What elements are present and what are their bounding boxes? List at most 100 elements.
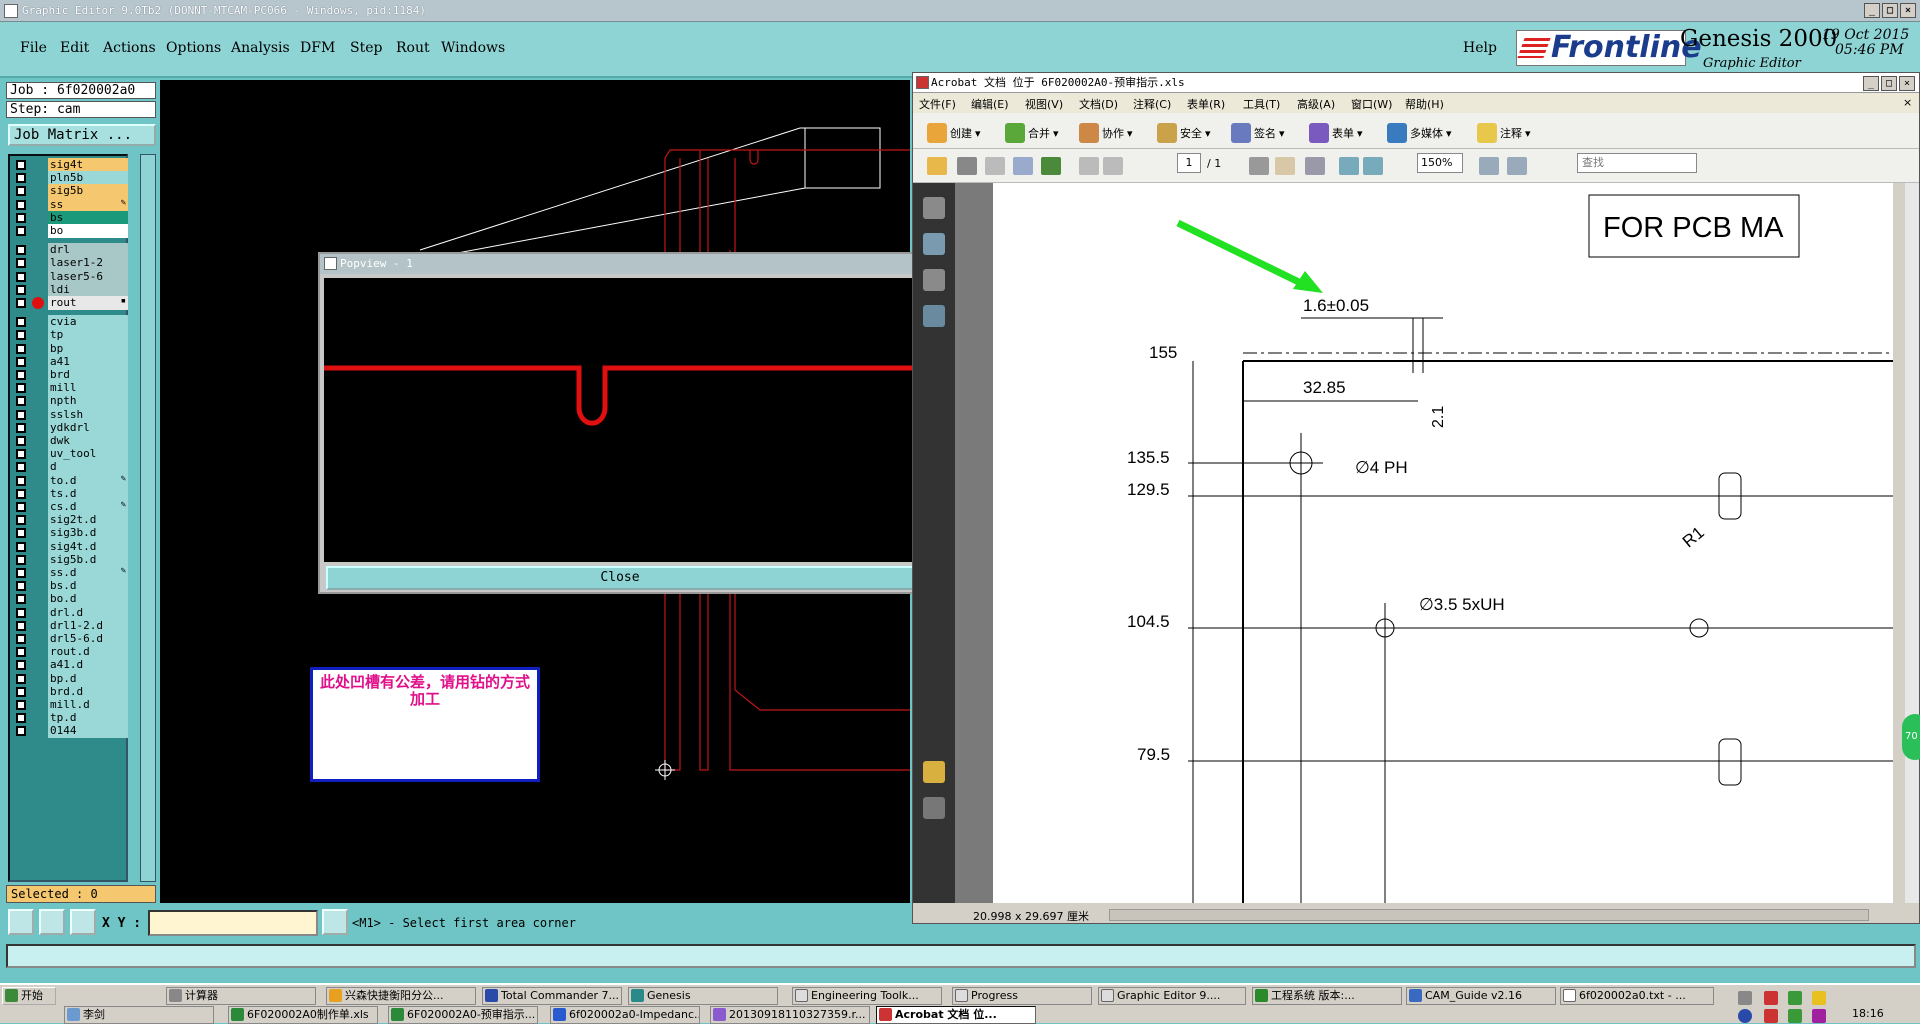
layer-row-a41[interactable]: a41 (12, 354, 130, 369)
layer-row-mill.d[interactable]: mill.d (12, 698, 130, 712)
task-xingsen[interactable]: 兴森快捷衡阳分公... (326, 987, 476, 1005)
start-button[interactable]: 开始 (2, 987, 56, 1005)
layer-row-cvia[interactable]: cvia (12, 315, 130, 330)
menu-analysis[interactable]: Analysis (231, 40, 290, 56)
task-progress[interactable]: Progress (952, 987, 1092, 1005)
layer-checkbox[interactable] (16, 343, 26, 354)
layer-checkbox[interactable] (16, 383, 26, 394)
tray-help-icon[interactable] (1738, 1009, 1752, 1023)
layer-row-drl.d[interactable]: drl.d (12, 605, 130, 620)
menu-dfm[interactable]: DFM (300, 40, 335, 56)
acro-menu-view[interactable]: 视图(V) (1025, 96, 1063, 112)
acrobat-restore-button[interactable]: □ (1881, 76, 1897, 91)
layer-row-rout[interactable]: rout ▪ (12, 296, 130, 310)
layer-row-ss.d[interactable]: ss.d ✎ (12, 566, 130, 580)
layer-checkbox[interactable] (16, 541, 26, 552)
tray-icon-5[interactable] (1788, 1009, 1802, 1023)
menu-step[interactable]: Step (350, 40, 382, 56)
task-acrobat[interactable]: Acrobat 文档 位... (876, 1006, 1036, 1024)
layer-row-tp.d[interactable]: tp.d (12, 711, 130, 726)
layer-checkbox[interactable] (16, 488, 26, 499)
layer-checkbox[interactable] (16, 726, 26, 737)
acro-menu-forms[interactable]: 表单(R) (1187, 96, 1225, 112)
minimize-button[interactable]: _ (1864, 3, 1880, 18)
layer-row-ss[interactable]: ss ✎ (12, 197, 130, 212)
multimedia-button[interactable]: 多媒体 ▾ (1387, 123, 1452, 143)
acro-menu-advanced[interactable]: 高级(A) (1297, 96, 1335, 112)
collaborate-button[interactable]: 协作 ▾ (1079, 123, 1133, 143)
layer-checkbox[interactable] (16, 356, 26, 367)
task-genesis[interactable]: Genesis (628, 987, 778, 1005)
layer-checkbox[interactable] (16, 607, 26, 618)
menu-rout[interactable]: Rout (396, 40, 430, 56)
find-input[interactable]: 查找 (1577, 153, 1697, 173)
tray-icon-4[interactable] (1764, 1009, 1778, 1023)
acro-menu-window[interactable]: 窗口(W) (1351, 96, 1392, 112)
layer-checkbox[interactable] (16, 298, 26, 308)
acrobat-title-bar[interactable]: Acrobat 文档 位于 6F020002A0-预审指示.xls _ □ × (913, 73, 1919, 93)
layer-checkbox[interactable] (16, 317, 26, 328)
menu-help[interactable]: Help (1463, 40, 1497, 56)
layer-row-npth[interactable]: npth (12, 394, 130, 409)
layer-checkbox[interactable] (16, 330, 26, 341)
acro-menu-edit[interactable]: 编辑(E) (971, 96, 1009, 112)
web-icon[interactable] (1041, 157, 1061, 175)
tray-printer-icon[interactable] (1738, 991, 1752, 1005)
close-button[interactable]: × (1900, 3, 1916, 18)
layer-row-bo[interactable]: bo (12, 224, 130, 238)
open-folder-icon[interactable] (927, 157, 947, 175)
task-user[interactable]: 李剑 (64, 1006, 214, 1024)
layer-checkbox[interactable] (16, 568, 26, 578)
layer-checkbox[interactable] (16, 462, 26, 473)
layer-checkbox[interactable] (16, 370, 26, 380)
create-button[interactable]: 创建 ▾ (927, 123, 981, 143)
layer-row-bp.d[interactable]: bp.d (12, 671, 130, 686)
layer-row-sig2t.d[interactable]: sig2t.d (12, 513, 130, 528)
layer-list-scrollbar[interactable] (140, 154, 156, 882)
layer-row-0144[interactable]: 0144 (12, 724, 130, 739)
zoom-area-button[interactable] (8, 909, 34, 935)
tray-icon-2[interactable] (1788, 991, 1802, 1005)
page-number-input[interactable]: 1 (1177, 153, 1201, 173)
grid-button[interactable] (70, 909, 96, 935)
layers-icon[interactable] (923, 269, 945, 291)
layer-checkbox[interactable] (16, 686, 26, 697)
attachments-icon[interactable] (923, 797, 945, 819)
task-engineering-system[interactable]: 工程系统 版本:... (1252, 987, 1402, 1005)
layer-row-brd[interactable]: brd (12, 368, 130, 382)
comments-icon[interactable] (923, 761, 945, 783)
layer-row-drl1-2.d[interactable]: drl1-2.d (12, 618, 130, 633)
layer-row-ts.d[interactable]: ts.d (12, 486, 130, 501)
layer-checkbox[interactable] (16, 160, 26, 170)
layer-checkbox[interactable] (16, 409, 26, 420)
layer-row-dwk[interactable]: dwk (12, 434, 130, 448)
menu-file[interactable]: File (20, 40, 47, 56)
layer-row-sig5b[interactable]: sig5b (12, 184, 130, 199)
zoom-select[interactable]: 150% (1417, 153, 1463, 173)
combine-button[interactable]: 合并 ▾ (1005, 123, 1059, 143)
task-xls-2[interactable]: 6F020002A0-预审指示... (388, 1006, 538, 1024)
layer-row-to.d[interactable]: to.d ✎ (12, 473, 130, 488)
xy-input[interactable] (148, 910, 318, 936)
task-graphic-editor[interactable]: Graphic Editor 9.... (1098, 987, 1246, 1005)
acrobat-close-button[interactable]: × (1899, 76, 1915, 91)
zoom-out-icon[interactable] (1339, 157, 1359, 175)
comment-button[interactable]: 注释 ▾ (1477, 123, 1531, 143)
task-rar[interactable]: 20130918110327359.r... (710, 1006, 870, 1024)
layer-checkbox[interactable] (16, 713, 26, 724)
layer-checkbox[interactable] (16, 515, 26, 526)
forms-button[interactable]: 表单 ▾ (1309, 123, 1363, 143)
layer-checkbox[interactable] (16, 528, 26, 539)
layer-row-pln5b[interactable]: pln5b (12, 171, 130, 186)
tray-icon-6[interactable] (1812, 1009, 1826, 1023)
layer-row-d[interactable]: d (12, 460, 130, 475)
document-horizontal-scrollbar[interactable] (1109, 909, 1869, 921)
popview-title-bar[interactable]: Popview - 1 (320, 254, 916, 274)
layer-checkbox[interactable] (16, 186, 26, 197)
layer-checkbox[interactable] (16, 700, 26, 710)
layer-checkbox[interactable] (16, 284, 26, 295)
layer-row-sig5b.d[interactable]: sig5b.d (12, 552, 130, 567)
acrobat-minimize-button[interactable]: _ (1863, 76, 1879, 91)
acro-menu-comments[interactable]: 注释(C) (1133, 96, 1171, 112)
layer-checkbox[interactable] (16, 594, 26, 605)
